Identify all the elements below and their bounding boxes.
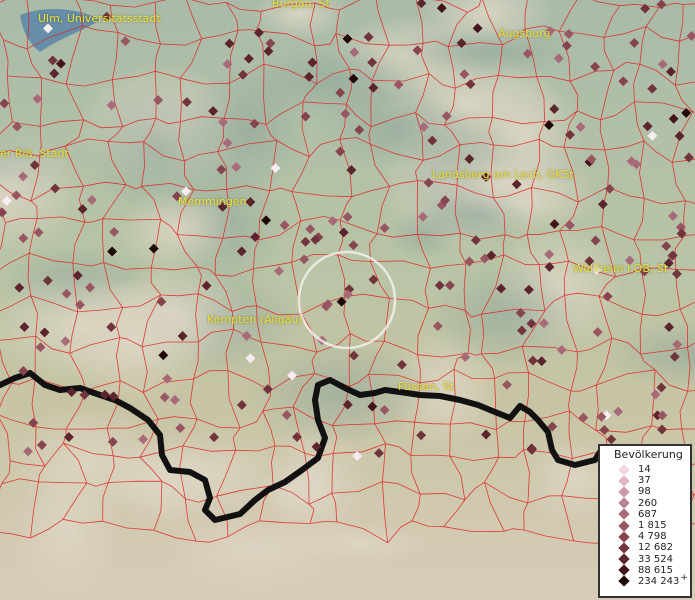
- label-augsburg[interactable]: Augsburg: [498, 27, 550, 40]
- legend-swatch: [618, 475, 630, 487]
- map-canvas[interactable]: [0, 0, 695, 600]
- legend-items: 14 37 98 260 687 1 815 4 798 12 682 33 524 88 615…: [600, 463, 690, 588]
- legend-item: 4 798: [600, 531, 690, 543]
- legend-swatch: [618, 531, 630, 543]
- legend-item: 33 524: [600, 553, 690, 565]
- legend-item: 260: [600, 497, 690, 509]
- legend-swatch: [618, 575, 630, 588]
- label-biberach[interactable]: er Riß, Stadt: [0, 147, 69, 160]
- legend-item: 14: [600, 463, 690, 476]
- legend-label: 12 682: [638, 542, 673, 554]
- legend-label: 88 615: [638, 564, 673, 576]
- legend-swatch: [618, 542, 630, 554]
- label-landsberg[interactable]: Landsberg am Lech, GKSt: [432, 168, 574, 181]
- legend-label: 260: [638, 497, 658, 509]
- legend-label: 14: [638, 464, 651, 476]
- legend-item: 1 815: [600, 519, 690, 532]
- legend-item: 37: [600, 475, 690, 487]
- label-weilheim[interactable]: Weilheim i.OB, St: [573, 262, 668, 275]
- legend-item: 687: [600, 508, 690, 521]
- legend-item: 12 682: [600, 542, 690, 554]
- legend-swatch: [618, 553, 630, 565]
- legend-plus: +: [680, 573, 688, 584]
- label-memmingen[interactable]: Memmingen: [178, 195, 246, 208]
- legend-item: 234 243 +: [600, 573, 690, 588]
- population-legend: Bevölkerung 14 37 98 260 687 1 815 4 798 12 682…: [598, 444, 692, 598]
- label-ulm[interactable]: Ulm, Universitätsstadt: [38, 12, 161, 25]
- population-map[interactable]: Ulm, Universitätsstadt Burgau, St Augsbu…: [0, 0, 695, 600]
- legend-label: 687: [638, 508, 658, 520]
- legend-swatch: [618, 564, 630, 576]
- label-fuessen[interactable]: Füssen, St: [398, 380, 454, 393]
- legend-item: 88 615: [600, 564, 690, 576]
- legend-title: Bevölkerung: [614, 448, 683, 461]
- legend-label: 37: [638, 475, 651, 487]
- legend-item: 98: [600, 486, 690, 498]
- label-kempten[interactable]: Kempten (Allgäu): [207, 313, 303, 326]
- legend-swatch: [618, 463, 630, 476]
- legend-label: 234 243: [638, 575, 680, 587]
- legend-swatch: [618, 497, 630, 509]
- legend-swatch: [618, 486, 630, 498]
- legend-swatch: [618, 519, 630, 532]
- legend-label: 1 815: [638, 520, 667, 532]
- label-burgau[interactable]: Burgau, St: [272, 0, 330, 10]
- relief-shade: [11, 462, 122, 600]
- relief-shade: [421, 148, 597, 218]
- legend-label: 33 524: [638, 553, 673, 565]
- legend-swatch: [618, 508, 630, 521]
- legend-label: 98: [638, 486, 651, 498]
- legend-label: 4 798: [638, 531, 667, 543]
